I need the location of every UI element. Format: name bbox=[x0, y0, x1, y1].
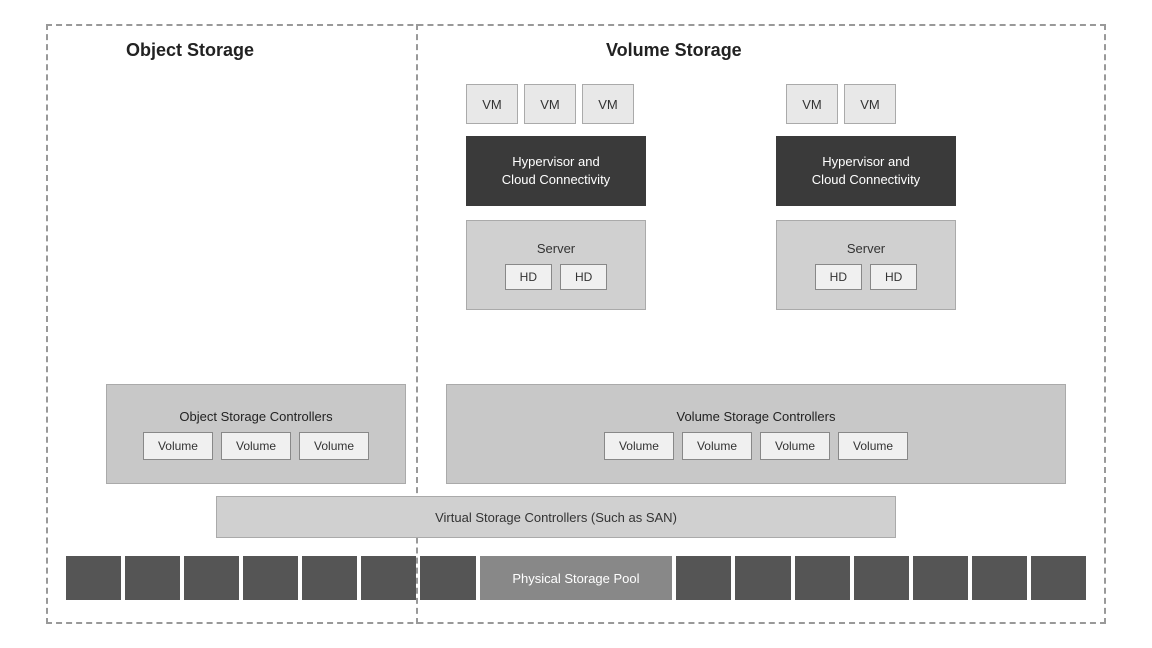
hd-right-1: HD bbox=[815, 264, 862, 290]
vm-left-2: VM bbox=[524, 84, 576, 124]
server-right-label: Server bbox=[847, 241, 885, 256]
obj-volume-row: Volume Volume Volume bbox=[143, 432, 369, 460]
vm-right-2: VM bbox=[844, 84, 896, 124]
phys-block-12 bbox=[913, 556, 968, 600]
vol-volume-2: Volume bbox=[682, 432, 752, 460]
vm-left-1: VM bbox=[466, 84, 518, 124]
server-right: Server HD HD bbox=[776, 220, 956, 310]
virtual-storage-controllers: Virtual Storage Controllers (Such as SAN… bbox=[216, 496, 896, 538]
phys-block-8 bbox=[676, 556, 731, 600]
phys-block-3 bbox=[184, 556, 239, 600]
phys-label-box: Physical Storage Pool bbox=[480, 556, 673, 600]
vol-volume-4: Volume bbox=[838, 432, 908, 460]
phys-block-10 bbox=[795, 556, 850, 600]
hd-right-2: HD bbox=[870, 264, 917, 290]
physical-storage-row: Physical Storage Pool bbox=[66, 552, 1086, 604]
phys-block-9 bbox=[735, 556, 790, 600]
phys-block-2 bbox=[125, 556, 180, 600]
vm-group-right: VM VM bbox=[786, 84, 896, 124]
phys-block-4 bbox=[243, 556, 298, 600]
phys-block-6 bbox=[361, 556, 416, 600]
obj-volume-1: Volume bbox=[143, 432, 213, 460]
vol-volume-row: Volume Volume Volume Volume bbox=[604, 432, 908, 460]
hd-left-1: HD bbox=[505, 264, 552, 290]
hypervisor-right: Hypervisor andCloud Connectivity bbox=[776, 136, 956, 206]
server-right-hd-row: HD HD bbox=[815, 264, 918, 290]
obj-volume-3: Volume bbox=[299, 432, 369, 460]
vol-controllers-label: Volume Storage Controllers bbox=[677, 409, 836, 424]
object-storage-title: Object Storage bbox=[126, 40, 254, 61]
obj-controllers-label: Object Storage Controllers bbox=[179, 409, 332, 424]
volume-storage-controllers: Volume Storage Controllers Volume Volume… bbox=[446, 384, 1066, 484]
virtual-controllers-label: Virtual Storage Controllers (Such as SAN… bbox=[435, 510, 677, 525]
server-left: Server HD HD bbox=[466, 220, 646, 310]
phys-block-7 bbox=[420, 556, 475, 600]
vm-group-left: VM VM VM bbox=[466, 84, 634, 124]
phys-block-11 bbox=[854, 556, 909, 600]
vol-volume-1: Volume bbox=[604, 432, 674, 460]
object-storage-controllers: Object Storage Controllers Volume Volume… bbox=[106, 384, 406, 484]
volume-storage-title: Volume Storage bbox=[606, 40, 742, 61]
diagram-container: Object Storage Volume Storage Object Sto… bbox=[46, 24, 1106, 624]
phys-block-14 bbox=[1031, 556, 1086, 600]
hd-left-2: HD bbox=[560, 264, 607, 290]
physical-pool-label: Physical Storage Pool bbox=[512, 571, 639, 586]
phys-block-13 bbox=[972, 556, 1027, 600]
vol-volume-3: Volume bbox=[760, 432, 830, 460]
hypervisor-right-label: Hypervisor andCloud Connectivity bbox=[812, 153, 920, 189]
hypervisor-left: Hypervisor andCloud Connectivity bbox=[466, 136, 646, 206]
server-left-label: Server bbox=[537, 241, 575, 256]
hypervisor-left-label: Hypervisor andCloud Connectivity bbox=[502, 153, 610, 189]
vm-left-3: VM bbox=[582, 84, 634, 124]
server-left-hd-row: HD HD bbox=[505, 264, 608, 290]
phys-block-1 bbox=[66, 556, 121, 600]
vm-right-1: VM bbox=[786, 84, 838, 124]
phys-block-5 bbox=[302, 556, 357, 600]
obj-volume-2: Volume bbox=[221, 432, 291, 460]
